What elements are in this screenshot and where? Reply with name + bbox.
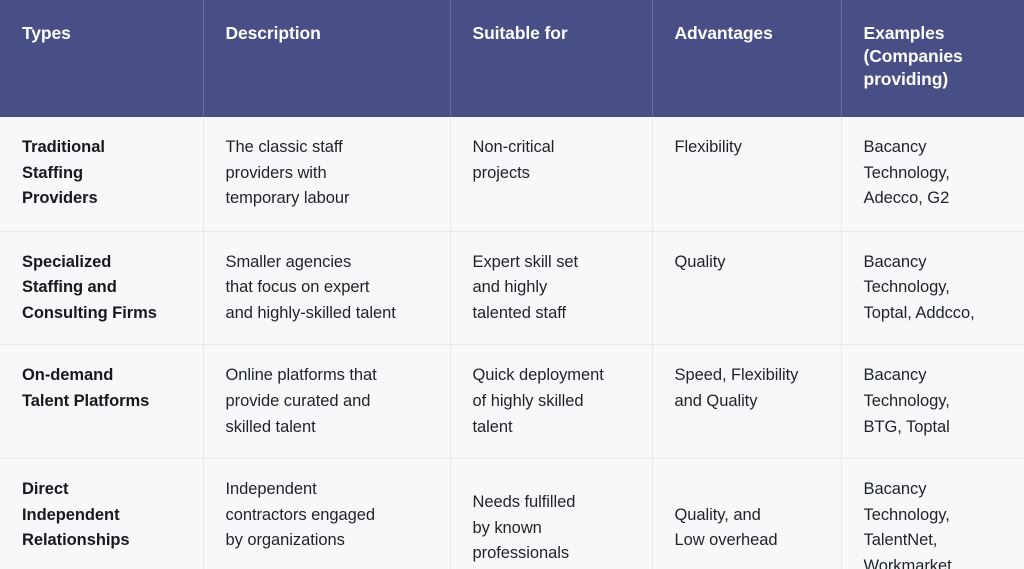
cell-type-text: Traditional Staffing Providers bbox=[22, 138, 105, 208]
cell-suitable-for: Non-critical projects bbox=[450, 117, 653, 232]
cell-type-text: On-demand Talent Platforms bbox=[22, 366, 150, 411]
cell-advantages: Quality, and Low overhead bbox=[652, 458, 842, 569]
cell-description-text: Smaller agencies that focus on expert an… bbox=[225, 252, 396, 322]
cell-examples: Bacancy Technology, TalentNet, Workmarke… bbox=[841, 458, 1024, 569]
cell-examples-text: Bacancy Technology, TalentNet, Workmarke… bbox=[863, 480, 952, 569]
cell-type-text: Specialized Staffing and Consulting Firm… bbox=[22, 252, 157, 322]
table-row: On-demand Talent Platforms Online platfo… bbox=[0, 344, 1024, 460]
cell-description: Smaller agencies that focus on expert an… bbox=[203, 231, 451, 346]
cell-suitable-for-text: Expert skill set and highly talented sta… bbox=[472, 252, 579, 322]
table-header: Types Description Suitable for Advantage… bbox=[0, 0, 1024, 118]
cell-examples: Bacancy Technology, BTG, Toptal bbox=[841, 344, 1024, 460]
column-header-suitable-for: Suitable for bbox=[450, 0, 653, 118]
table-row: Direct Independent Relationships Indepen… bbox=[0, 458, 1024, 569]
cell-suitable-for-text: Needs fulfilled by known professionals bbox=[472, 493, 576, 563]
cell-advantages: Flexibility bbox=[652, 117, 842, 232]
staffing-types-comparison-table: Types Description Suitable for Advantage… bbox=[0, 0, 1024, 569]
cell-description: Online platforms that provide curated an… bbox=[203, 344, 451, 460]
cell-advantages: Quality bbox=[652, 231, 842, 346]
cell-description-text: Independent contractors engaged by organ… bbox=[225, 480, 376, 550]
column-header-types: Types bbox=[0, 0, 204, 118]
cell-advantages-text: Quality, and Low overhead bbox=[674, 505, 778, 550]
cell-suitable-for: Quick deployment of highly skilled talen… bbox=[450, 344, 653, 460]
cell-suitable-for: Expert skill set and highly talented sta… bbox=[450, 231, 653, 346]
column-header-examples-label: Examples (Companies providing) bbox=[863, 23, 963, 90]
cell-description-text: The classic staff providers with tempora… bbox=[225, 138, 350, 208]
column-header-advantages-label: Advantages bbox=[674, 23, 773, 43]
table-header-row: Types Description Suitable for Advantage… bbox=[0, 0, 1024, 118]
cell-suitable-for-text: Non-critical projects bbox=[472, 138, 555, 182]
cell-advantages-text: Quality bbox=[674, 252, 726, 271]
cell-type: Traditional Staffing Providers bbox=[0, 117, 204, 232]
column-header-description-label: Description bbox=[225, 23, 321, 43]
column-header-advantages: Advantages bbox=[652, 0, 842, 118]
cell-examples-text: Bacancy Technology, BTG, Toptal bbox=[863, 366, 950, 436]
cell-examples: Bacancy Technology, Toptal, Addcco, bbox=[841, 231, 1024, 346]
cell-description-text: Online platforms that provide curated an… bbox=[225, 366, 377, 436]
cell-examples: Bacancy Technology, Adecco, G2 bbox=[841, 117, 1024, 232]
cell-advantages-text: Flexibility bbox=[674, 138, 742, 157]
cell-type: Specialized Staffing and Consulting Firm… bbox=[0, 231, 204, 346]
cell-description: Independent contractors engaged by organ… bbox=[203, 458, 451, 569]
column-header-examples: Examples (Companies providing) bbox=[841, 0, 1024, 118]
table-row: Specialized Staffing and Consulting Firm… bbox=[0, 231, 1024, 346]
column-header-types-label: Types bbox=[22, 23, 71, 43]
cell-type: On-demand Talent Platforms bbox=[0, 344, 204, 460]
cell-suitable-for: Needs fulfilled by known professionals bbox=[450, 458, 653, 569]
table-body: Traditional Staffing Providers The class… bbox=[0, 117, 1024, 569]
cell-examples-text: Bacancy Technology, Adecco, G2 bbox=[863, 138, 950, 208]
cell-advantages-text: Speed, Flexibility and Quality bbox=[674, 366, 799, 411]
cell-type: Direct Independent Relationships bbox=[0, 458, 204, 569]
column-header-description: Description bbox=[203, 0, 451, 118]
table-row: Traditional Staffing Providers The class… bbox=[0, 117, 1024, 232]
comparison-table-container: Types Description Suitable for Advantage… bbox=[0, 0, 1024, 569]
cell-type-text: Direct Independent Relationships bbox=[22, 480, 130, 550]
cell-examples-text: Bacancy Technology, Toptal, Addcco, bbox=[863, 252, 975, 322]
column-header-suitable-for-label: Suitable for bbox=[472, 23, 568, 43]
cell-description: The classic staff providers with tempora… bbox=[203, 117, 451, 232]
cell-advantages: Speed, Flexibility and Quality bbox=[652, 344, 842, 460]
cell-suitable-for-text: Quick deployment of highly skilled talen… bbox=[472, 366, 604, 436]
